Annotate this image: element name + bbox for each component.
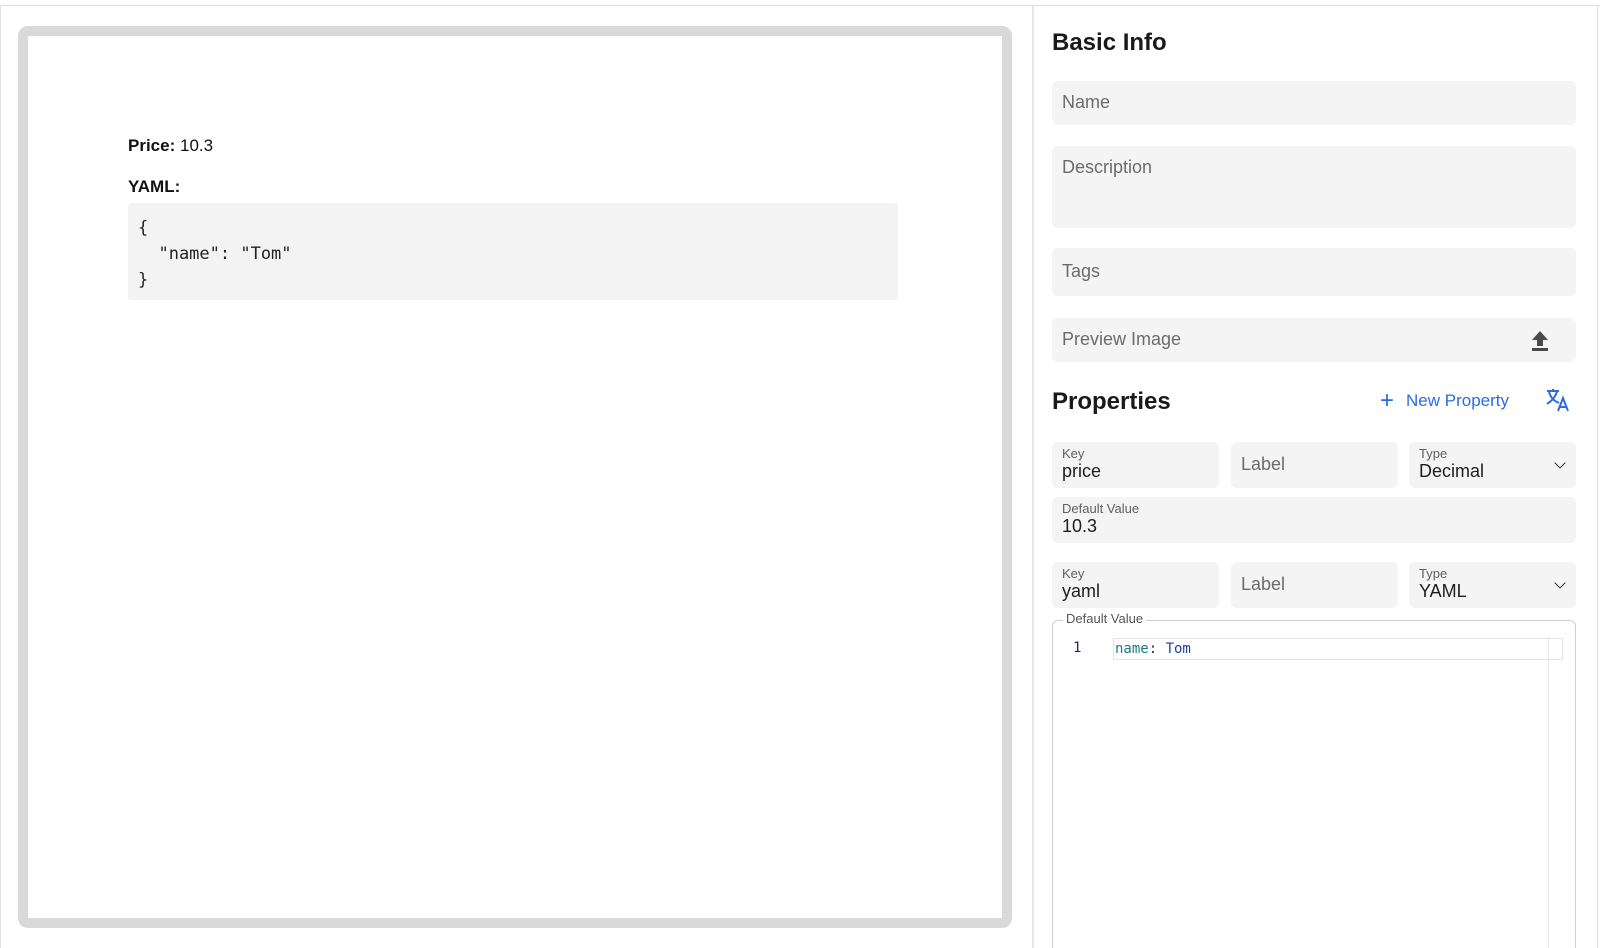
left-border bbox=[0, 5, 1, 948]
editor-scrollbar[interactable] bbox=[1548, 636, 1549, 948]
properties-title: Properties bbox=[1052, 388, 1171, 415]
property-default-label: Default Value bbox=[1062, 501, 1140, 516]
description-input[interactable]: Description bbox=[1052, 146, 1576, 228]
property-type-select[interactable]: Type YAML bbox=[1409, 562, 1576, 608]
yaml-default-value-editor[interactable]: Default Value 1 name: Tom bbox=[1052, 611, 1576, 948]
preview-yaml-label: YAML: bbox=[128, 177, 181, 196]
line-number: 1 bbox=[1073, 640, 1082, 656]
preview-price: Price: 10.3 bbox=[128, 136, 898, 156]
property-label-placeholder: Label bbox=[1241, 574, 1286, 594]
basic-info-title: Basic Info bbox=[1052, 29, 1167, 56]
tags-placeholder: Tags bbox=[1062, 261, 1101, 281]
property-default-value-input[interactable]: Default Value 10.3 bbox=[1052, 497, 1576, 543]
property-type-label: Type bbox=[1419, 446, 1448, 461]
preview-content: Price: 10.3 YAML: { "name": "Tom" } bbox=[128, 136, 898, 300]
property-default-value: 10.3 bbox=[1062, 516, 1098, 536]
tags-input[interactable]: Tags bbox=[1052, 248, 1576, 296]
name-placeholder: Name bbox=[1062, 92, 1111, 112]
name-input[interactable]: Name bbox=[1052, 81, 1576, 125]
preview-price-label: Price: bbox=[128, 136, 176, 155]
code-key: name bbox=[1115, 641, 1149, 657]
new-property-button[interactable]: + New Property bbox=[1380, 387, 1509, 414]
code-separator: : bbox=[1148, 641, 1166, 657]
description-placeholder: Description bbox=[1062, 157, 1153, 177]
property-type-value: YAML bbox=[1419, 581, 1467, 601]
new-property-label: New Property bbox=[1406, 391, 1509, 410]
right-border bbox=[1597, 5, 1598, 948]
translate-icon[interactable] bbox=[1545, 387, 1571, 413]
property-key-value: yaml bbox=[1062, 581, 1101, 601]
preview-yaml-code: { "name": "Tom" } bbox=[128, 203, 898, 300]
plus-icon: + bbox=[1380, 387, 1395, 414]
property-key-value: price bbox=[1062, 461, 1102, 481]
property-type-select[interactable]: Type Decimal bbox=[1409, 442, 1576, 488]
property-key-label: Key bbox=[1062, 446, 1085, 461]
preview-image-input[interactable]: Preview Image bbox=[1052, 318, 1576, 362]
code-value: Tom bbox=[1165, 641, 1191, 657]
property-label-input[interactable]: Label bbox=[1231, 562, 1398, 608]
top-border bbox=[0, 5, 1600, 6]
property-key-input[interactable]: Key yaml bbox=[1052, 562, 1219, 608]
property-label-input[interactable]: Label bbox=[1231, 442, 1398, 488]
property-type-label: Type bbox=[1419, 566, 1448, 581]
preview-image-placeholder: Preview Image bbox=[1062, 329, 1182, 349]
upload-icon[interactable] bbox=[1530, 330, 1550, 352]
chevron-down-icon bbox=[1554, 577, 1566, 589]
property-label-placeholder: Label bbox=[1241, 454, 1286, 474]
preview-frame: Price: 10.3 YAML: { "name": "Tom" } bbox=[18, 26, 1012, 928]
preview-price-value: 10.3 bbox=[179, 136, 214, 155]
panel-divider bbox=[1032, 5, 1034, 948]
yaml-default-label: Default Value bbox=[1063, 611, 1147, 626]
property-key-label: Key bbox=[1062, 566, 1085, 581]
chevron-down-icon bbox=[1554, 457, 1566, 469]
code-line[interactable]: name: Tom bbox=[1113, 638, 1563, 660]
property-type-value: Decimal bbox=[1419, 461, 1485, 481]
property-key-input[interactable]: Key price bbox=[1052, 442, 1219, 488]
